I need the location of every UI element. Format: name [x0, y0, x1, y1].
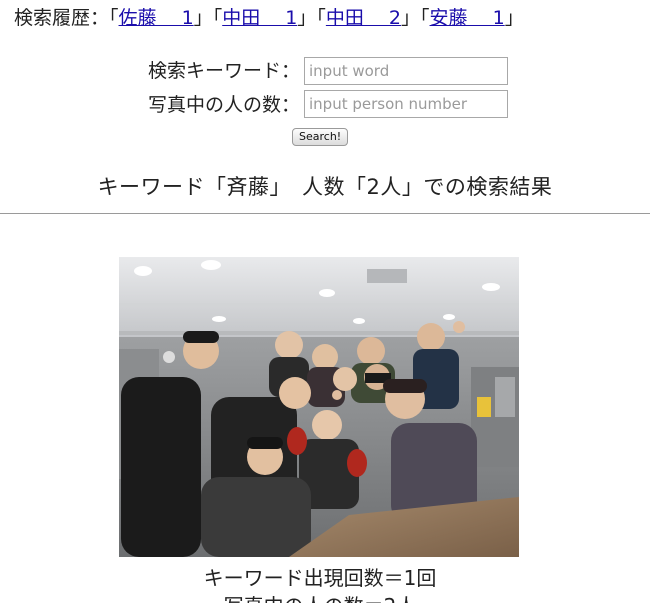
- group-photo-image: [119, 257, 519, 557]
- page: 検索履歴：「佐藤 1」「中田 1」「中田 2」「安藤 1」 検索キーワード： 写…: [0, 0, 650, 603]
- close-bracket: 」: [297, 7, 317, 29]
- person-row: 写真中の人の数：: [100, 90, 300, 120]
- open-bracket: 「: [212, 7, 223, 29]
- search-button[interactable]: Search!: [292, 128, 349, 146]
- keyword-count-caption: キーワード出現回数＝1回: [203, 566, 437, 590]
- keyword-row: 検索キーワード：: [100, 56, 300, 86]
- result-photo: [119, 257, 519, 557]
- close-bracket: 」: [401, 7, 421, 29]
- open-bracket: 「: [420, 7, 430, 29]
- keyword-label: 検索キーワード：: [147, 60, 300, 82]
- divider: [0, 213, 650, 214]
- person-count-input[interactable]: [304, 90, 508, 118]
- result-title: キーワード「斉藤」 人数「2人」での検索結果: [97, 175, 553, 199]
- close-bracket: 」: [193, 7, 213, 29]
- person-count-caption: 写真中の人の数＝2人: [0, 593, 640, 603]
- open-bracket: 「: [109, 7, 119, 29]
- keyword-input[interactable]: [304, 57, 508, 85]
- history-link-ando-1[interactable]: 安藤 1: [430, 7, 505, 29]
- search-history: 検索履歴：「佐藤 1」「中田 1」「中田 2」「安藤 1」: [14, 4, 524, 32]
- open-bracket: 「: [316, 7, 326, 29]
- search-history-label: 検索履歴：: [14, 7, 110, 29]
- history-link-nakata-1[interactable]: 中田 1: [222, 7, 297, 29]
- person-count-label: 写真中の人の数：: [147, 94, 300, 116]
- history-link-nakata-2[interactable]: 中田 2: [326, 7, 401, 29]
- close-bracket: 」: [504, 7, 524, 29]
- history-link-sato-1[interactable]: 佐藤 1: [119, 7, 194, 29]
